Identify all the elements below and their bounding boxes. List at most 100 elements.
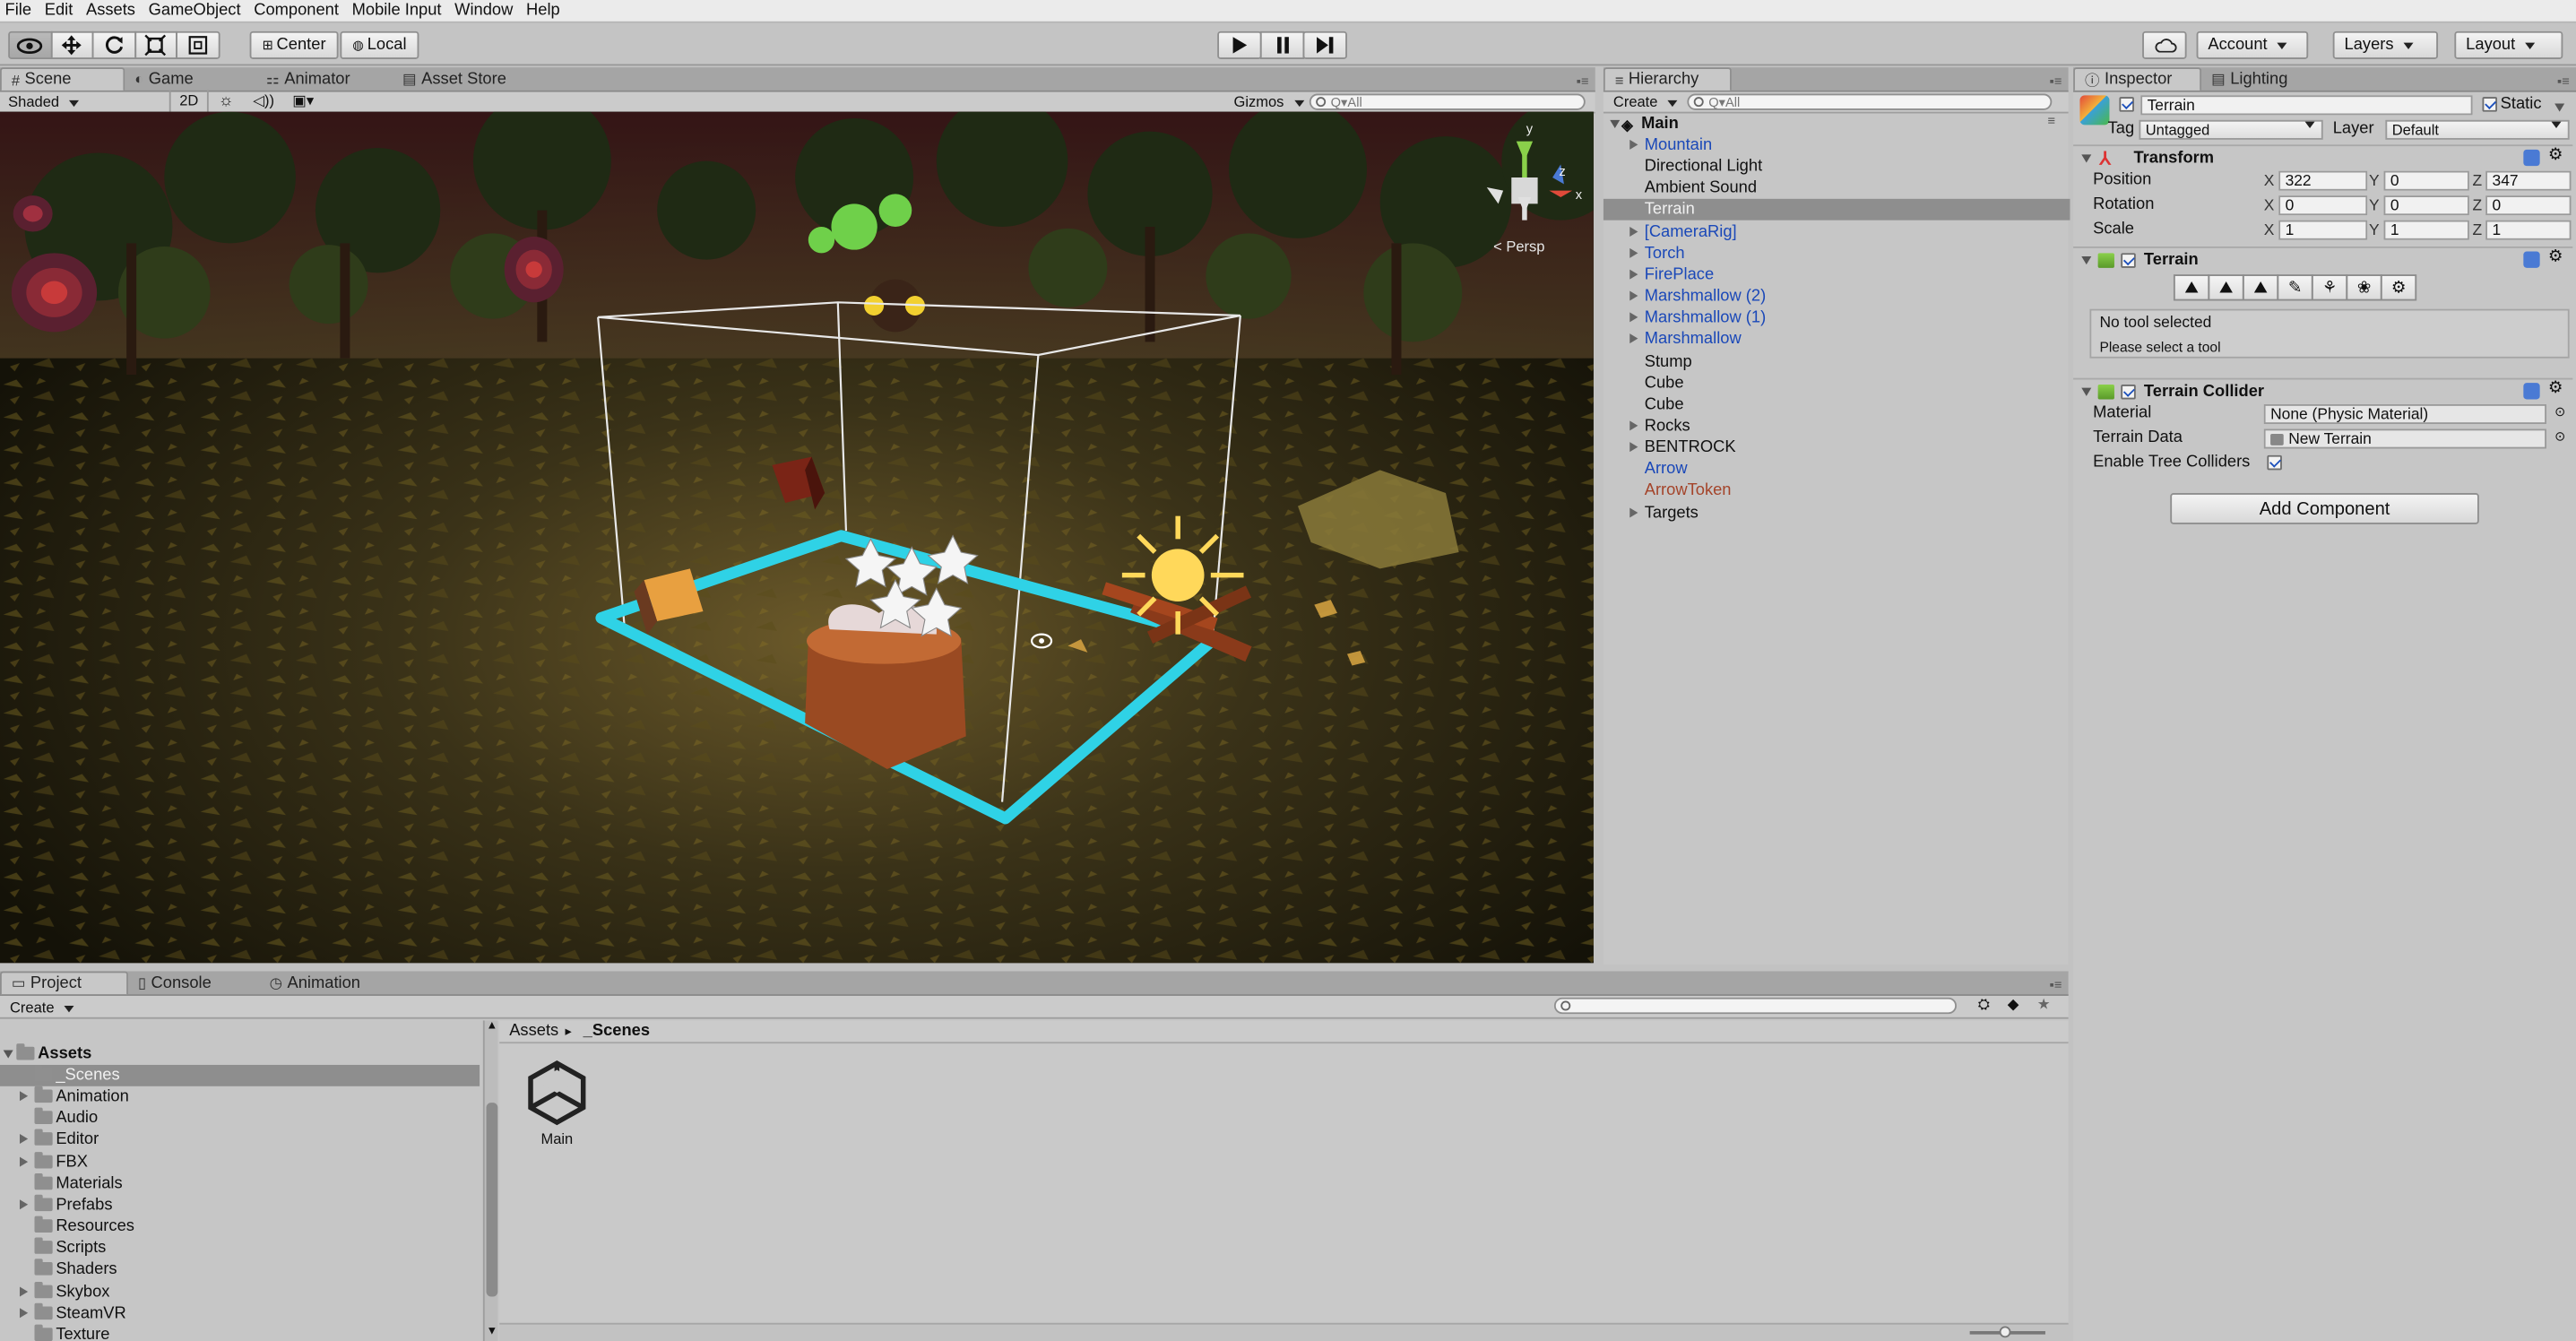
audio-toggle-icon[interactable]: ◁)): [253, 92, 274, 110]
project-folder-item[interactable]: Shaders: [0, 1259, 480, 1281]
rect-icon[interactable]: [176, 30, 220, 59]
project-folder-item[interactable]: Animation: [0, 1086, 480, 1108]
expand-arrow-icon[interactable]: [1629, 247, 1638, 258]
project-folder-item[interactable]: Skybox: [0, 1281, 480, 1302]
settings-gear-icon[interactable]: ⚙: [2548, 379, 2563, 397]
lighting-toggle-icon[interactable]: ☼: [219, 92, 234, 110]
material-object-field[interactable]: None (Physic Material): [2263, 403, 2546, 424]
help-book-icon[interactable]: [2523, 383, 2540, 400]
menu-mobile-input[interactable]: Mobile Input: [345, 2, 448, 20]
tab-inspector[interactable]: ⓘ Inspector: [2073, 67, 2202, 91]
paint-texture-icon[interactable]: ✎: [2277, 274, 2313, 301]
tab-game[interactable]: ◐ Game: [125, 67, 256, 91]
project-folder-item[interactable]: Texture: [0, 1324, 480, 1341]
hierarchy-create-dropdown[interactable]: Create: [1613, 93, 1678, 109]
pause-button[interactable]: [1259, 30, 1305, 59]
scroll-down-icon[interactable]: ▼: [487, 1326, 498, 1337]
add-component-button[interactable]: Add Component: [2170, 492, 2479, 524]
project-folder-item[interactable]: Editor: [0, 1129, 480, 1151]
breadcrumb-scenes[interactable]: _Scenes: [583, 1020, 650, 1043]
scale-x-field[interactable]: 1: [2278, 220, 2368, 240]
assets-root-folder[interactable]: Assets: [0, 1043, 480, 1065]
expand-arrow-icon[interactable]: [19, 1307, 29, 1318]
tab-animation[interactable]: ◷ Animation: [260, 971, 392, 994]
project-menu-icon[interactable]: ▪≡: [2050, 978, 2062, 992]
hierarchy-item[interactable]: BENTROCK: [1604, 437, 2070, 459]
menu-file[interactable]: File: [0, 2, 38, 20]
place-trees-icon[interactable]: ⚘: [2311, 274, 2348, 301]
layout-dropdown[interactable]: Layout: [2454, 30, 2563, 59]
pivot-center-button[interactable]: ⊞ Center: [249, 30, 339, 59]
smooth-height-icon[interactable]: ⛰: [2242, 274, 2279, 301]
hierarchy-item[interactable]: Rocks: [1604, 416, 2070, 437]
2d-toggle[interactable]: 2D: [169, 90, 209, 112]
breadcrumb-assets[interactable]: Assets: [509, 1020, 558, 1043]
terrain-collider-header[interactable]: Terrain Collider ⚙: [2073, 377, 2573, 404]
terrain-settings-icon[interactable]: ⚙: [2380, 274, 2417, 301]
effects-toggle-icon[interactable]: ▣▾: [292, 92, 314, 110]
position-x-field[interactable]: 322: [2278, 170, 2368, 191]
static-dropdown-icon[interactable]: [2554, 103, 2565, 112]
project-folder-item[interactable]: _Scenes: [0, 1064, 480, 1086]
hierarchy-search-input[interactable]: Q▾All: [1687, 93, 2053, 110]
inspector-menu-icon[interactable]: ▪≡: [2557, 74, 2570, 88]
shading-mode-dropdown[interactable]: Shaded: [8, 93, 160, 109]
hierarchy-item[interactable]: Directional Light: [1604, 156, 2070, 177]
folder-tree-scrollbar[interactable]: ▲ ▼: [482, 1020, 498, 1341]
menu-window[interactable]: Window: [448, 2, 520, 20]
project-create-dropdown[interactable]: Create: [10, 999, 74, 1015]
persp-label[interactable]: < Persp: [1493, 238, 1544, 255]
rotation-x-field[interactable]: 0: [2278, 195, 2368, 216]
hierarchy-item[interactable]: Marshmallow: [1604, 329, 2070, 350]
tab-lighting[interactable]: ▤ Lighting: [2201, 67, 2316, 91]
menu-gameobject[interactable]: GameObject: [142, 2, 247, 20]
expand-arrow-icon[interactable]: [19, 1134, 29, 1145]
expand-arrow-icon[interactable]: [19, 1091, 29, 1102]
project-folder-item[interactable]: Scripts: [0, 1237, 480, 1259]
settings-gear-icon[interactable]: ⚙: [2548, 146, 2563, 164]
project-folder-item[interactable]: SteamVR: [0, 1302, 480, 1324]
gizmos-dropdown[interactable]: Gizmos: [1234, 93, 1304, 109]
scale-z-field[interactable]: 1: [2485, 220, 2572, 240]
expand-arrow-icon[interactable]: [1629, 420, 1638, 431]
expand-arrow-icon[interactable]: [1629, 333, 1638, 344]
paint-details-icon[interactable]: ❀: [2346, 274, 2382, 301]
position-z-field[interactable]: 347: [2485, 170, 2572, 191]
position-y-field[interactable]: 0: [2383, 170, 2469, 191]
tab-scene[interactable]: # Scene: [0, 67, 125, 91]
active-checkbox[interactable]: [2119, 97, 2134, 112]
project-folder-item[interactable]: Prefabs: [0, 1194, 480, 1216]
transform-collapse-icon[interactable]: [2081, 154, 2092, 163]
hierarchy-item[interactable]: [CameraRig]: [1604, 221, 2070, 243]
hierarchy-item[interactable]: Marshmallow (1): [1604, 307, 2070, 329]
view-hand-icon[interactable]: [8, 30, 52, 59]
project-folder-item[interactable]: Materials: [0, 1172, 480, 1195]
project-folder-item[interactable]: FBX: [0, 1151, 480, 1172]
terrain-component-header[interactable]: Terrain ⚙: [2073, 246, 2573, 273]
expand-arrow-icon[interactable]: [1629, 290, 1638, 301]
object-name-field[interactable]: Terrain: [2140, 95, 2473, 116]
hierarchy-menu-icon[interactable]: ▪≡: [2050, 74, 2062, 88]
menu-edit[interactable]: Edit: [38, 2, 79, 20]
help-book-icon[interactable]: [2523, 251, 2540, 268]
project-folder-item[interactable]: Audio: [0, 1108, 480, 1129]
expand-arrow-icon[interactable]: [19, 1155, 29, 1166]
collider-collapse-icon[interactable]: [2081, 387, 2092, 396]
scene-expand-icon[interactable]: [1610, 119, 1621, 128]
scale-icon[interactable]: [134, 30, 177, 59]
hierarchy-item[interactable]: Terrain: [1603, 199, 2070, 221]
filter-by-type-icon[interactable]: ⛭: [1978, 996, 1990, 1014]
terrain-data-field[interactable]: New Terrain: [2263, 428, 2546, 449]
expand-arrow-icon[interactable]: [1629, 226, 1638, 237]
scene-search-input[interactable]: Q▾All: [1309, 93, 1586, 110]
pivot-local-button[interactable]: ◍ Local: [340, 30, 419, 59]
scrollbar-thumb[interactable]: [486, 1103, 498, 1297]
hierarchy-item[interactable]: FirePlace: [1604, 264, 2070, 286]
tab-console[interactable]: ▯ Console: [128, 971, 260, 994]
expand-arrow-icon[interactable]: [1629, 269, 1638, 280]
scene-menu-icon[interactable]: ≡: [2047, 110, 2055, 134]
hierarchy-item[interactable]: Ambient Sound: [1604, 178, 2070, 200]
paint-height-icon[interactable]: ⛰: [2208, 274, 2244, 301]
help-book-icon[interactable]: [2523, 149, 2540, 167]
hierarchy-item[interactable]: Cube: [1604, 373, 2070, 394]
